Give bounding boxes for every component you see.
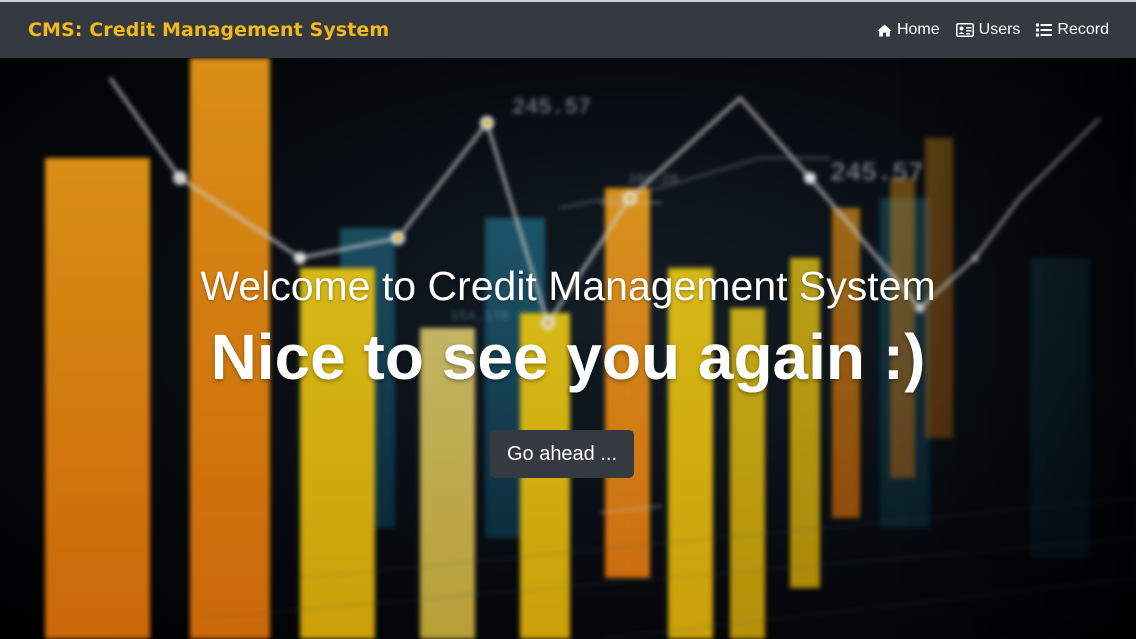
home-icon — [877, 24, 892, 37]
nav-users[interactable]: Users — [955, 21, 1021, 39]
hero-section: 245.57 245.57 289.28 154,178 Welcome to … — [0, 58, 1136, 639]
navbar: CMS: Credit Management System Home Users… — [0, 2, 1136, 58]
nav-links: Home Users Record — [877, 21, 1109, 39]
go-ahead-button[interactable]: Go ahead ... — [490, 430, 634, 478]
tagline-heading: Nice to see you again :) — [210, 321, 926, 393]
nav-home-label: Home — [896, 21, 940, 38]
nav-users-label: Users — [978, 21, 1021, 38]
nav-record[interactable]: Record — [1036, 21, 1109, 39]
brand-link[interactable]: CMS: Credit Management System — [28, 19, 389, 41]
id-card-icon — [955, 23, 974, 37]
nav-home[interactable]: Home — [877, 21, 940, 39]
welcome-heading: Welcome to Credit Management System — [200, 263, 936, 309]
list-icon — [1036, 23, 1053, 37]
nav-record-label: Record — [1057, 21, 1109, 38]
